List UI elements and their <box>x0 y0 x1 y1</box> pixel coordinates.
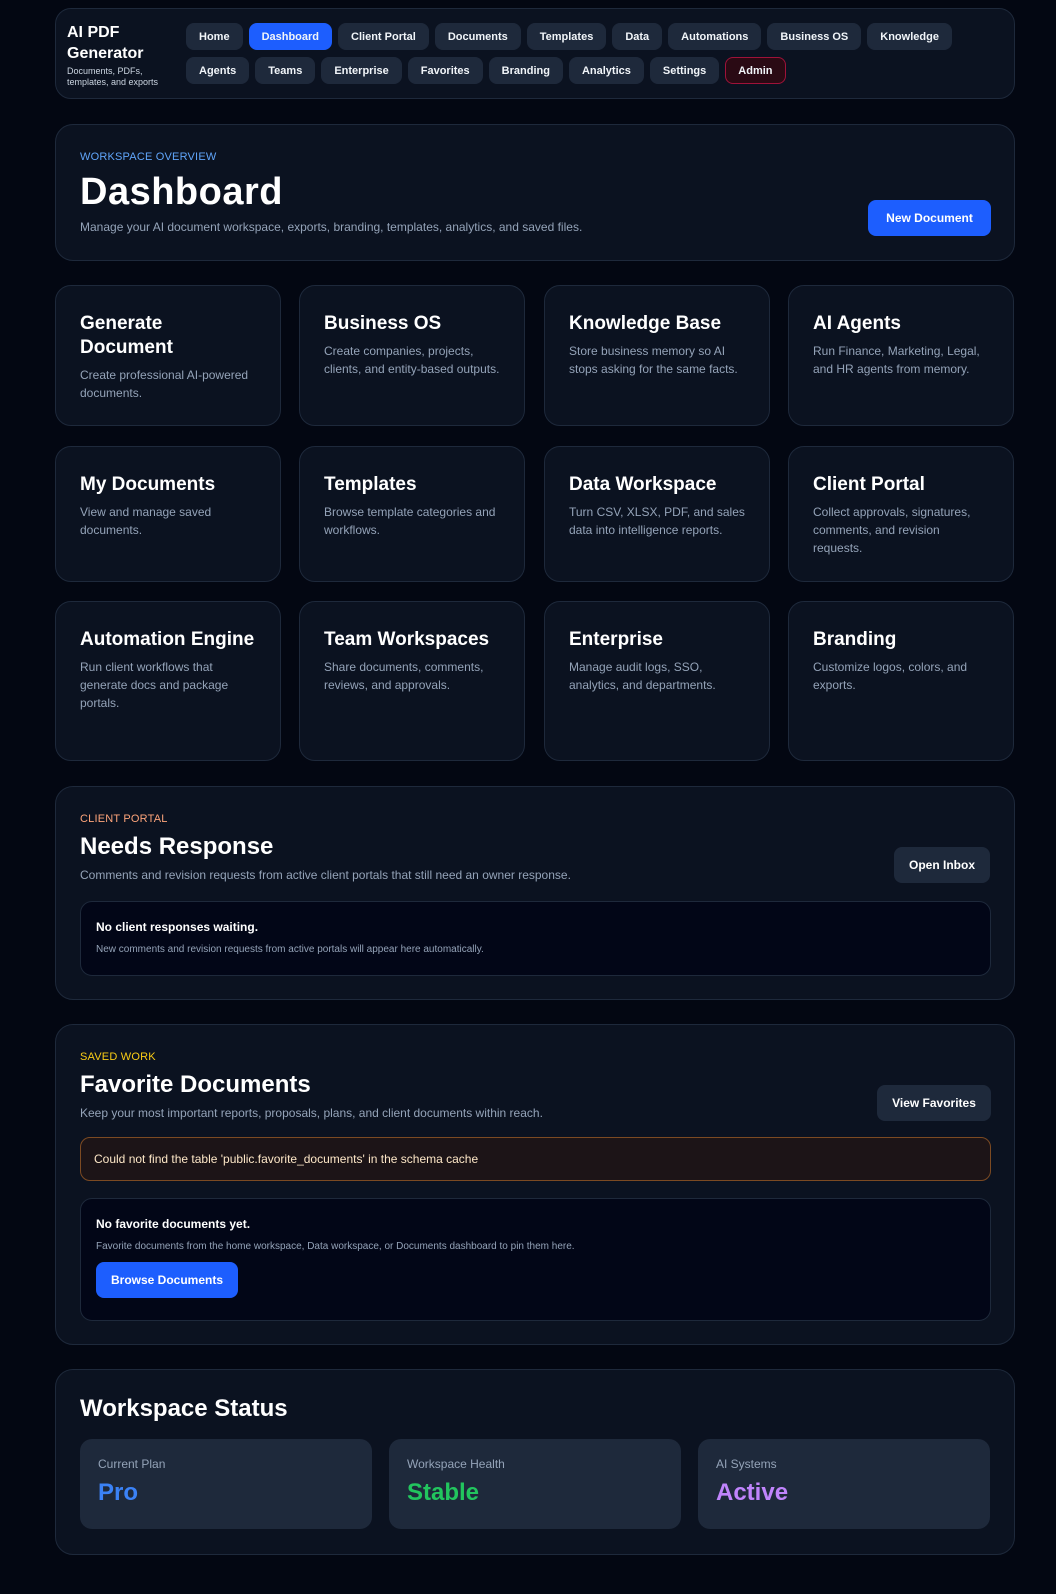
tile-title: Generate Document <box>80 313 173 358</box>
nav-client-portal[interactable]: Client Portal <box>338 23 429 50</box>
stat-value: Active <box>716 1479 789 1506</box>
brand[interactable]: AI PDF Generator Documents, PDFs, templa… <box>56 9 174 98</box>
nav-admin[interactable]: Admin <box>725 57 786 84</box>
portal-empty-state: No client responses waiting. New comment… <box>80 901 991 976</box>
nav-settings[interactable]: Settings <box>649 57 720 84</box>
tile-business-os[interactable]: Business OS Create companies, projects, … <box>299 285 525 426</box>
overview-eyebrow: WORKSPACE OVERVIEW <box>80 151 217 163</box>
error-banner: Could not find the table 'public.favorit… <box>80 1137 991 1181</box>
tile-title: My Documents <box>80 474 216 495</box>
nav-branding[interactable]: Branding <box>488 57 563 84</box>
tile-description: Manage audit logs, SSO, analytics, and d… <box>569 660 716 692</box>
workspace-overview: WORKSPACE OVERVIEW Dashboard Manage your… <box>55 124 1015 261</box>
page-title: Dashboard <box>80 171 283 213</box>
tile-description: Run client workflows that generate docs … <box>80 660 229 710</box>
nav-analytics[interactable]: Analytics <box>568 57 644 84</box>
tile-title: Branding <box>813 629 897 650</box>
tile-client-portal[interactable]: Client Portal Collect approvals, signatu… <box>788 446 1014 582</box>
tile-branding[interactable]: Branding Customize logos, colors, and ex… <box>788 601 1014 761</box>
tile-automation-engine[interactable]: Automation Engine Run client workflows t… <box>55 601 281 761</box>
stat-value: Stable <box>407 1479 480 1506</box>
favorites-description: Keep your most important reports, propos… <box>80 1106 543 1120</box>
nav-dashboard[interactable]: Dashboard <box>248 23 333 50</box>
stat-ai-systems: AI Systems Active <box>698 1439 990 1529</box>
open-inbox-button[interactable]: Open Inbox <box>894 847 990 883</box>
tile-title: Enterprise <box>569 629 663 650</box>
tile-title: Data Workspace <box>569 474 717 495</box>
brand-title: AI PDF Generator <box>67 24 144 62</box>
client-portal-panel: CLIENT PORTAL Needs Response Comments an… <box>55 786 1015 1000</box>
portal-title: Needs Response <box>80 833 274 860</box>
overview-description: Manage your AI document workspace, expor… <box>80 220 583 234</box>
tile-title: Team Workspaces <box>324 629 490 650</box>
empty-title: No favorite documents yet. <box>96 1217 251 1231</box>
tile-title: Automation Engine <box>80 629 255 650</box>
tile-description: Run Finance, Marketing, Legal, and HR ag… <box>813 344 980 376</box>
nav-home[interactable]: Home <box>186 23 243 50</box>
tile-data-workspace[interactable]: Data Workspace Turn CSV, XLSX, PDF, and … <box>544 446 770 582</box>
tile-title: Templates <box>324 474 417 495</box>
tile-my-documents[interactable]: My Documents View and manage saved docum… <box>55 446 281 582</box>
empty-title: No client responses waiting. <box>96 920 259 934</box>
workspace-status-panel: Workspace Status Current Plan Pro Worksp… <box>55 1369 1015 1555</box>
tile-description: Create companies, projects, clients, and… <box>324 344 500 376</box>
nav-knowledge[interactable]: Knowledge <box>867 23 952 50</box>
main-nav: Home Dashboard Client Portal Documents T… <box>186 23 1006 84</box>
tile-generate-document[interactable]: Generate Document Create professional AI… <box>55 285 281 426</box>
nav-documents[interactable]: Documents <box>434 23 521 50</box>
status-title: Workspace Status <box>80 1395 288 1422</box>
tile-description: Create professional AI-powered documents… <box>80 368 249 400</box>
nav-teams[interactable]: Teams <box>255 57 316 84</box>
tile-title: Knowledge Base <box>569 313 722 334</box>
stat-value: Pro <box>98 1479 139 1506</box>
favorites-empty-state: No favorite documents yet. Favorite docu… <box>80 1198 991 1321</box>
tile-description: View and manage saved documents. <box>80 505 212 537</box>
view-favorites-button[interactable]: View Favorites <box>877 1085 991 1121</box>
top-header: AI PDF Generator Documents, PDFs, templa… <box>55 8 1015 99</box>
empty-description: New comments and revision requests from … <box>96 944 484 955</box>
nav-business-os[interactable]: Business OS <box>767 23 862 50</box>
stat-current-plan: Current Plan Pro <box>80 1439 372 1529</box>
empty-description: Favorite documents from the home workspa… <box>96 1241 575 1252</box>
nav-agents[interactable]: Agents <box>186 57 250 84</box>
favorites-eyebrow: SAVED WORK <box>80 1051 156 1063</box>
tile-templates[interactable]: Templates Browse template categories and… <box>299 446 525 582</box>
nav-favorites[interactable]: Favorites <box>407 57 483 84</box>
tile-knowledge-base[interactable]: Knowledge Base Store business memory so … <box>544 285 770 426</box>
stat-label: Current Plan <box>98 1457 166 1471</box>
portal-description: Comments and revision requests from acti… <box>80 868 571 882</box>
tile-description: Store business memory so AI stops asking… <box>569 344 738 376</box>
tile-description: Browse template categories and workflows… <box>324 505 496 537</box>
tile-description: Share documents, comments, reviews, and … <box>324 660 484 692</box>
tile-title: Client Portal <box>813 474 925 495</box>
tile-description: Customize logos, colors, and exports. <box>813 660 968 692</box>
stat-workspace-health: Workspace Health Stable <box>389 1439 681 1529</box>
portal-eyebrow: CLIENT PORTAL <box>80 813 168 825</box>
nav-enterprise[interactable]: Enterprise <box>321 57 402 84</box>
favorite-documents-panel: SAVED WORK Favorite Documents Keep your … <box>55 1024 1015 1345</box>
brand-subtitle: Documents, PDFs, templates, and exports <box>67 66 159 87</box>
tile-description: Turn CSV, XLSX, PDF, and sales data into… <box>569 505 745 537</box>
nav-templates[interactable]: Templates <box>526 23 607 50</box>
tile-title: Business OS <box>324 313 442 334</box>
browse-documents-button[interactable]: Browse Documents <box>96 1262 238 1298</box>
stat-label: AI Systems <box>716 1457 777 1471</box>
tile-team-workspaces[interactable]: Team Workspaces Share documents, comment… <box>299 601 525 761</box>
tile-enterprise[interactable]: Enterprise Manage audit logs, SSO, analy… <box>544 601 770 761</box>
tile-title: AI Agents <box>813 313 901 334</box>
tile-description: Collect approvals, signatures, comments,… <box>813 505 971 555</box>
tile-ai-agents[interactable]: AI Agents Run Finance, Marketing, Legal,… <box>788 285 1014 426</box>
stat-label: Workspace Health <box>407 1457 505 1471</box>
nav-data[interactable]: Data <box>612 23 663 50</box>
favorites-title: Favorite Documents <box>80 1071 311 1098</box>
new-document-button[interactable]: New Document <box>868 200 991 236</box>
nav-automations[interactable]: Automations <box>668 23 762 50</box>
